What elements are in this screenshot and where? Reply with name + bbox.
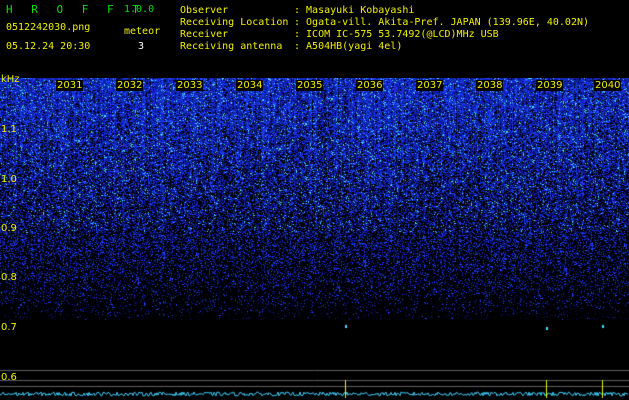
location-label: Receiving Location [180, 17, 289, 28]
meteor-label: meteor [124, 26, 161, 37]
x-tick: 2035 [296, 80, 324, 91]
x-tick: 2032 [116, 80, 144, 91]
y-tick: 0.7 [1, 322, 17, 333]
x-tick: 2038 [476, 80, 504, 91]
x-tick: 2036 [356, 80, 384, 91]
x-tick: 2033 [176, 80, 204, 91]
observer-value: : Masayuki Kobayashi [294, 5, 415, 16]
meteor-count: 3 [138, 41, 145, 52]
app-version: 1.0.0 [124, 4, 155, 15]
y-tick: 0.6 [1, 372, 17, 383]
receiver-value: : ICOM IC-575 53.7492(@LCD)MHz USB [294, 29, 499, 40]
observer-label: Observer [180, 5, 229, 16]
y-tick: 0.8 [1, 272, 17, 283]
x-tick: 2040 [594, 80, 622, 91]
x-tick: 2031 [56, 80, 84, 91]
observation-datetime: 05.12.24 20:30 [6, 41, 91, 52]
antenna-value: : A504HB(yagi 4el) [294, 41, 403, 52]
y-tick: 1.0 [1, 174, 17, 185]
x-tick: 2034 [236, 80, 264, 91]
antenna-label: Receiving antenna [180, 41, 283, 52]
y-tick: 0.9 [1, 223, 17, 234]
y-axis-unit: kHz [1, 74, 20, 85]
receiver-label: Receiver [180, 29, 229, 40]
file-name: 0512242030.png [6, 22, 91, 33]
y-axis: kHz 1.1 1.0 0.9 0.8 0.7 0.6 [0, 74, 20, 400]
y-tick: 1.1 [1, 124, 17, 135]
x-tick: 2037 [416, 80, 444, 91]
x-tick: 2039 [536, 80, 564, 91]
spectrogram [0, 78, 629, 400]
location-value: : Ogata-vill. Akita-Pref. JAPAN (139.96E… [294, 17, 590, 28]
